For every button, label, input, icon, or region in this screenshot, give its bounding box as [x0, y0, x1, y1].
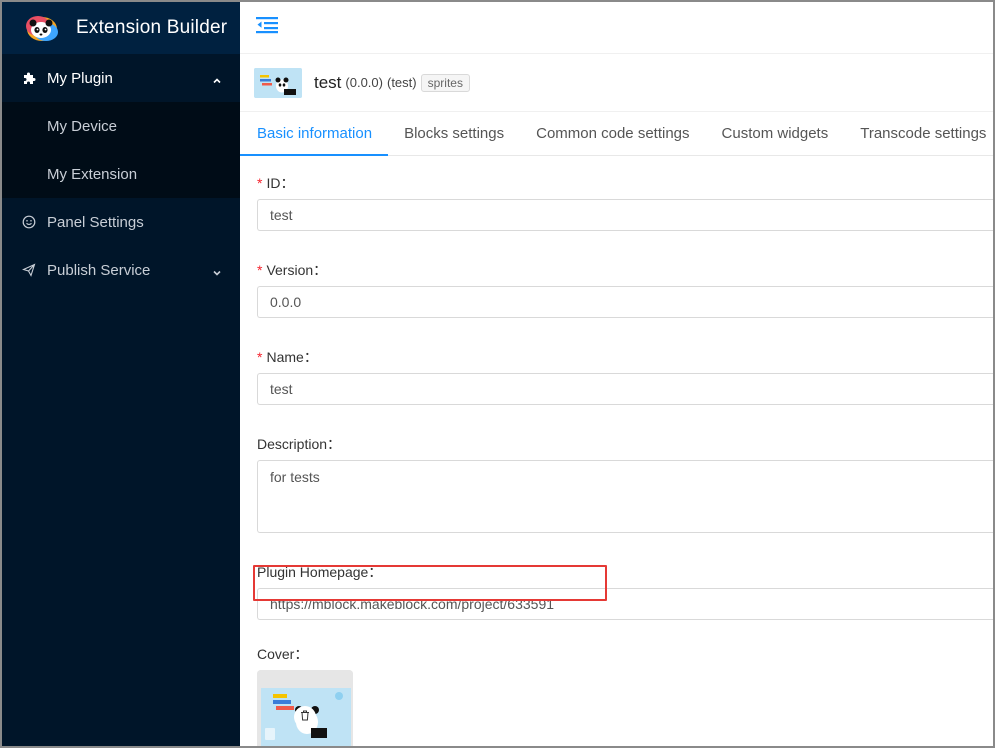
plugin-header: test (0.0.0) (test) sprites	[240, 54, 993, 112]
sidebar: Extension Builder My Plugin My Device My…	[2, 2, 240, 746]
send-icon	[22, 263, 36, 277]
cover-image[interactable]	[257, 670, 353, 746]
sidebar-item-my-extension[interactable]: My Extension	[2, 150, 240, 198]
tab-bar: Basic information Blocks settings Common…	[239, 112, 993, 156]
cover-label: Cover：	[257, 646, 309, 662]
plugin-thumbnail	[254, 67, 302, 98]
plugin-name: test	[314, 72, 342, 92]
description-field[interactable]: for tests	[257, 460, 993, 533]
plugin-tag: sprites	[420, 73, 470, 92]
highlight-box	[253, 565, 607, 601]
tab-transcode-settings[interactable]: Transcode settings	[860, 112, 986, 155]
required-mark: *	[257, 175, 263, 191]
sidebar-item-my-plugin[interactable]: My Plugin	[2, 54, 240, 102]
name-label: * Name：	[257, 349, 318, 365]
menu-fold-icon[interactable]	[256, 16, 278, 39]
required-mark: *	[257, 262, 263, 278]
chevron-down-icon	[212, 265, 222, 276]
tab-basic-information[interactable]: Basic information	[239, 112, 389, 156]
brand[interactable]: Extension Builder	[2, 2, 240, 54]
sidebar-item-label: My Plugin	[47, 69, 113, 87]
description-label: Description：	[257, 436, 342, 452]
submenu-my-plugin: My Device My Extension	[2, 102, 240, 198]
tab-blocks-settings[interactable]: Blocks settings	[404, 112, 504, 155]
panda-logo-icon	[24, 12, 60, 44]
name-field[interactable]: test	[257, 373, 993, 405]
chevron-up-icon	[212, 73, 222, 84]
sidebar-item-label: Panel Settings	[47, 213, 144, 231]
sidebar-item-label: My Device	[47, 117, 118, 135]
app-window: Extension Builder My Plugin My Device My…	[0, 0, 995, 748]
id-field[interactable]: test	[257, 199, 993, 231]
puzzle-icon	[22, 71, 36, 85]
trash-icon	[300, 708, 310, 726]
topbar	[240, 2, 993, 54]
tab-custom-widgets[interactable]: Custom widgets	[722, 112, 829, 155]
plugin-version: (0.0.0)	[345, 75, 383, 90]
version-field[interactable]: 0.0.0	[257, 286, 993, 318]
tab-common-code-settings[interactable]: Common code settings	[536, 112, 689, 155]
id-label: * ID：	[257, 175, 295, 191]
smile-icon	[22, 215, 36, 229]
plugin-id: (test)	[386, 75, 417, 90]
delete-cover-button[interactable]	[294, 706, 316, 728]
required-mark: *	[257, 349, 263, 365]
sidebar-item-panel-settings[interactable]: Panel Settings	[2, 198, 240, 246]
sidebar-item-label: My Extension	[47, 165, 138, 183]
basic-info-form: * ID： test * Version： 0.0.0 * Name： test…	[240, 173, 993, 746]
sidebar-item-publish-service[interactable]: Publish Service	[2, 246, 240, 294]
main-content: test (0.0.0) (test) sprites Basic inform…	[239, 2, 993, 746]
sidebar-item-my-device[interactable]: My Device	[2, 102, 240, 150]
app-title: Extension Builder	[76, 17, 228, 38]
version-label: * Version：	[257, 262, 328, 278]
sidebar-item-label: Publish Service	[47, 261, 151, 279]
